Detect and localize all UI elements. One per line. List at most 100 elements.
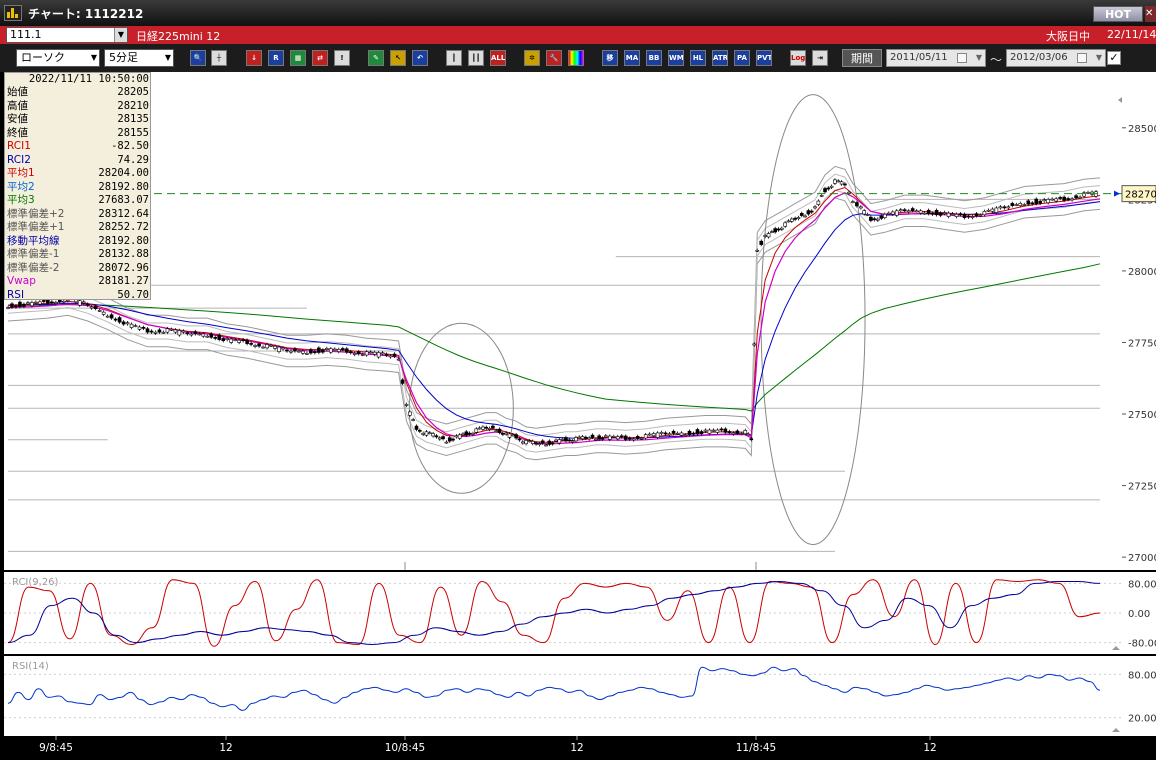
market-session: 大阪日中	[1046, 30, 1090, 43]
crosshair-icon[interactable]: ┼	[211, 50, 227, 66]
calendar-icon[interactable]	[957, 53, 967, 63]
pa-icon[interactable]: PA	[734, 50, 750, 66]
download-icon[interactable]: ↓	[246, 50, 262, 66]
interval-value: 5分足	[109, 51, 138, 64]
log-button[interactable]: Log	[790, 50, 806, 66]
export-icon[interactable]: ⇥	[812, 50, 828, 66]
candle-body	[635, 436, 640, 439]
candle-body	[101, 311, 106, 315]
candle-body	[746, 433, 751, 436]
chart-area[interactable]: 2850028250280002775027500272502700028270…	[4, 72, 1156, 760]
candle-body	[400, 379, 405, 384]
candle-body	[544, 444, 548, 447]
report-icon[interactable]: R	[268, 50, 284, 66]
candle-body	[1010, 203, 1015, 206]
candle-body	[631, 438, 636, 441]
panel-row: 平均2 28192.80	[7, 181, 149, 195]
candle-body	[590, 434, 595, 438]
candle-body	[404, 403, 409, 406]
candle-body	[193, 331, 198, 335]
candle-body	[517, 438, 522, 441]
candle-body	[333, 348, 337, 351]
candle-body	[560, 438, 565, 441]
candle-body	[759, 240, 764, 245]
table-icon[interactable]: ▦	[290, 50, 306, 66]
candle-body	[938, 212, 943, 216]
candle-body	[329, 348, 333, 353]
candle-body	[10, 303, 14, 308]
candle-body	[789, 218, 794, 222]
candle-body	[1046, 199, 1050, 204]
candle-body	[201, 333, 206, 337]
panel-row: 終値 28155	[7, 127, 149, 141]
chart-canvas[interactable]: 2850028250280002775027500272502700028270…	[4, 72, 1156, 760]
candle-body	[173, 329, 178, 333]
candle-body	[411, 419, 415, 421]
candle-body	[467, 432, 472, 435]
period-button[interactable]: 期間	[842, 49, 882, 67]
candle-body	[441, 436, 445, 440]
bar-chart-icon[interactable]: ┃	[446, 50, 462, 66]
chevron-down-icon[interactable]: ▼	[1096, 50, 1102, 66]
hot-button[interactable]: HOT	[1093, 6, 1143, 22]
rci-pane-title: RCI(9,26)	[12, 577, 59, 588]
calendar-icon[interactable]	[1077, 53, 1087, 63]
hl-button[interactable]: HL	[690, 50, 706, 66]
candle-body	[946, 212, 951, 217]
ma-button[interactable]: MA	[624, 50, 640, 66]
chevron-down-icon[interactable]: ▼	[976, 50, 982, 66]
bb-button[interactable]: BB	[646, 50, 662, 66]
candle-body	[309, 349, 313, 354]
symbol-code-select[interactable]: 111.1 ▼	[6, 27, 128, 43]
period-checkbox[interactable]: ✓	[1107, 51, 1121, 65]
candle-body	[990, 208, 995, 212]
candle-body	[707, 429, 712, 434]
candle-body	[974, 213, 979, 217]
panel-row: RCI2 74.29	[7, 154, 149, 168]
candle-body	[161, 331, 166, 334]
chevron-down-icon: ▼	[90, 53, 97, 62]
bar-compare-icon[interactable]: ┃┃	[468, 50, 484, 66]
date-to-field[interactable]: 2012/03/06 ▼	[1006, 49, 1106, 67]
candle-body	[833, 179, 837, 184]
all-button[interactable]: ALL	[490, 50, 506, 66]
pvt-button[interactable]: PVT	[756, 50, 772, 66]
chart-type-select[interactable]: ローソク ▼	[16, 49, 100, 67]
close-icon[interactable]: ✕	[1145, 6, 1156, 22]
candle-body	[34, 301, 38, 304]
pen-icon[interactable]: ✎	[368, 50, 384, 66]
undo-icon[interactable]: ↶	[412, 50, 428, 66]
interval-select[interactable]: 5分足 ▼	[104, 49, 174, 67]
candle-body	[113, 318, 118, 321]
candle-body	[265, 344, 269, 349]
zoom-icon[interactable]: 🔍	[190, 50, 206, 66]
alert-icon[interactable]: !	[334, 50, 350, 66]
palette-icon[interactable]	[568, 50, 584, 66]
candle-body	[752, 343, 757, 346]
candle-body	[773, 228, 777, 233]
atr-button[interactable]: ATR	[712, 50, 728, 66]
rsi-pane-title: RSI(14)	[12, 661, 49, 672]
candle-body	[619, 435, 624, 438]
settings-icon[interactable]: ✲	[524, 50, 540, 66]
candle-body	[735, 430, 740, 434]
candle-body	[348, 351, 353, 354]
candle-body	[886, 212, 891, 215]
wrench-icon[interactable]: 🔧	[546, 50, 562, 66]
candle-body	[444, 441, 449, 444]
panel-row: 平均3 27683.07	[7, 194, 149, 208]
candle-body	[813, 206, 817, 209]
wma-button[interactable]: WMA	[668, 50, 684, 66]
candle-body	[434, 435, 439, 438]
chevron-down-icon[interactable]: ▼	[114, 28, 127, 42]
panel-row: 平均1 28204.00	[7, 167, 149, 181]
ichimoku-icon[interactable]: 移	[602, 50, 618, 66]
candle-body	[879, 215, 884, 219]
candle-body	[1014, 204, 1019, 206]
date-from-field[interactable]: 2011/05/11 ▼	[886, 49, 986, 67]
current-date: 22/11/14	[1107, 28, 1156, 41]
candle-body	[809, 210, 814, 213]
candle-body	[1078, 196, 1082, 199]
compare-icon[interactable]: ⇄	[312, 50, 328, 66]
cursor-icon[interactable]: ↖	[390, 50, 406, 66]
